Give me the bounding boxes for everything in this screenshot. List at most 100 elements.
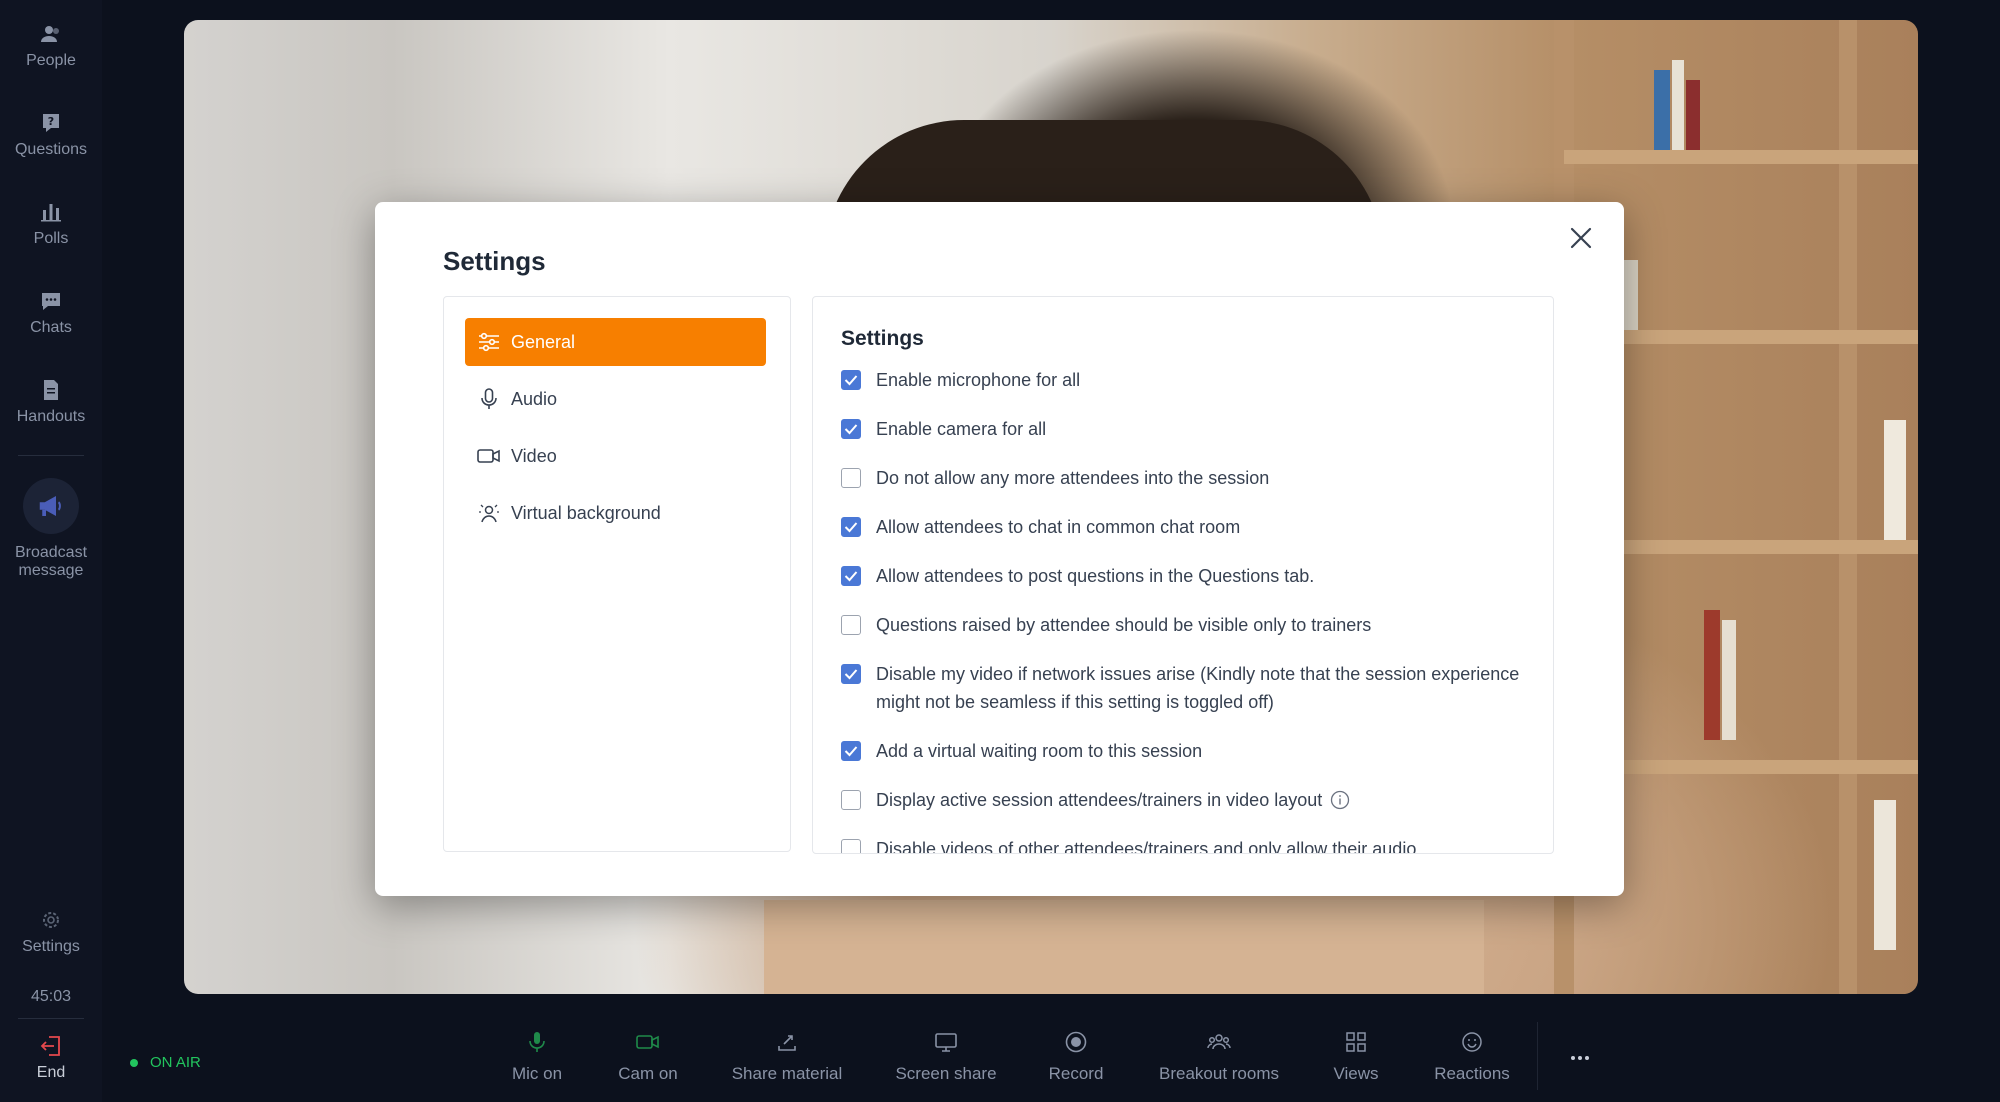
virtual-background-icon [477,501,501,525]
mic-toggle-button[interactable]: Mic on [497,1030,577,1084]
nav-label: Audio [511,388,558,409]
option-label: Do not allow any more attendees into the… [876,468,1270,488]
option-common-chat[interactable]: Allow attendees to chat in common chat r… [841,513,1531,541]
camera-icon [636,1035,659,1049]
share-material-button[interactable]: Share material [727,1030,847,1084]
option-disable-video-network[interactable]: Disable my video if network issues arise… [841,660,1531,716]
check-icon [844,669,858,680]
nav-audio[interactable]: Audio [465,375,766,423]
views-button[interactable]: Views [1326,1030,1386,1084]
nav-virtual-background[interactable]: Virtual background [465,489,766,537]
nav-label: General [511,331,576,352]
broadcast-button[interactable] [23,478,79,534]
checkbox[interactable] [841,741,861,761]
sidebar-item-settings[interactable]: Settings [0,908,102,956]
record-button[interactable]: Record [1040,1030,1112,1084]
checkbox[interactable] [841,664,861,684]
tool-label: Views [1333,1064,1379,1083]
chat-icon [42,293,60,310]
close-icon [1570,227,1592,249]
tool-label: Share material [731,1064,843,1083]
sidebar-item-label: Questions [14,141,88,158]
check-icon [844,424,858,435]
sidebar-item-label: Polls [33,230,69,247]
option-label: Disable videos of other attendees/traine… [876,839,1417,854]
sidebar-divider [18,455,84,456]
screen-share-button[interactable]: Screen share [892,1030,1000,1084]
option-label: Display active session attendees/trainer… [876,790,1323,810]
record-icon [1065,1031,1087,1053]
check-icon [844,571,858,582]
sidebar-item-chats[interactable]: Chats [0,289,102,337]
sidebar-item-label: Broadcast [14,544,88,561]
mic-icon [529,1032,545,1052]
gear-icon [43,912,59,928]
checkbox[interactable] [841,790,861,810]
sidebar-item-broadcast-message[interactable]: Broadcast message [0,478,102,580]
book [1624,260,1638,330]
option-display-active-in-layout[interactable]: Display active session attendees/trainer… [841,786,1531,814]
session-timer: 45:03 [30,988,72,1005]
reactions-button[interactable]: Reactions [1428,1030,1516,1084]
option-enable-camera[interactable]: Enable camera for all [841,415,1531,443]
option-enable-microphone[interactable]: Enable microphone for all [841,366,1531,394]
polls-icon [41,204,61,222]
sidebar-item-polls[interactable]: Polls [0,200,102,248]
option-post-questions[interactable]: Allow attendees to post questions in the… [841,562,1531,590]
checkbox[interactable] [841,517,861,537]
end-session-button[interactable]: End [0,1034,102,1082]
settings-nav: General Audio Video Virtual background [443,296,791,852]
option-questions-trainers-only[interactable]: Questions raised by attendee should be v… [841,611,1531,639]
book [1704,610,1720,740]
option-virtual-waiting-room[interactable]: Add a virtual waiting room to this sessi… [841,737,1531,765]
dialog-title: Settings [443,246,546,276]
checkbox[interactable] [841,615,861,635]
more-options-button[interactable] [1560,1046,1600,1075]
question-icon: ? [43,114,59,132]
sidebar-item-handouts[interactable]: Handouts [0,378,102,426]
sidebar-item-label: Settings [22,938,80,955]
checkbox[interactable] [841,839,861,853]
tool-label: Reactions [1434,1064,1510,1083]
camera-toggle-button[interactable]: Cam on [608,1030,688,1084]
sidebar-item-label: Chats [30,319,72,336]
sidebar-item-questions[interactable]: ? Questions [0,111,102,159]
toolbar-divider [1537,1022,1538,1090]
check-icon [844,522,858,533]
reactions-icon [1462,1032,1482,1052]
mic-icon [477,387,501,411]
sidebar-item-label: End [36,1064,66,1081]
option-label: Enable microphone for all [876,370,1081,390]
info-icon[interactable] [1330,790,1350,810]
nav-label: Virtual background [511,502,661,523]
book [1722,620,1736,740]
more-icon [1571,1056,1589,1060]
close-button[interactable] [1563,220,1599,256]
checkbox[interactable] [841,566,861,586]
checkbox[interactable] [841,370,861,390]
tool-label: Cam on [618,1064,678,1083]
nav-video[interactable]: Video [465,432,766,480]
settings-dialog: Settings General Audio Video Virtual bac… [375,202,1624,896]
option-label: Disable my video if network issues arise… [876,664,1520,712]
sidebar-item-label: message [18,562,84,579]
option-label: Add a virtual waiting room to this sessi… [876,741,1203,761]
live-dot-icon [130,1058,138,1067]
check-icon [844,746,858,757]
status-label: ON AIR [150,1054,201,1071]
sidebar-item-people[interactable]: People [0,22,102,70]
checkbox[interactable] [841,419,861,439]
breakout-rooms-icon [1207,1034,1231,1050]
book [1884,420,1906,540]
breakout-rooms-button[interactable]: Breakout rooms [1153,1030,1285,1084]
left-sidebar: People ? Questions Polls Chats Handouts … [0,0,102,1102]
megaphone-icon [39,496,61,516]
screen-share-icon [935,1033,957,1052]
option-block-new-attendees[interactable]: Do not allow any more attendees into the… [841,464,1531,492]
handouts-icon [44,380,58,400]
option-audio-only-others[interactable]: Disable videos of other attendees/traine… [841,835,1531,854]
sidebar-divider [18,1018,84,1019]
checkbox[interactable] [841,468,861,488]
nav-general[interactable]: General [465,318,766,366]
shelf-board [1564,150,1918,164]
